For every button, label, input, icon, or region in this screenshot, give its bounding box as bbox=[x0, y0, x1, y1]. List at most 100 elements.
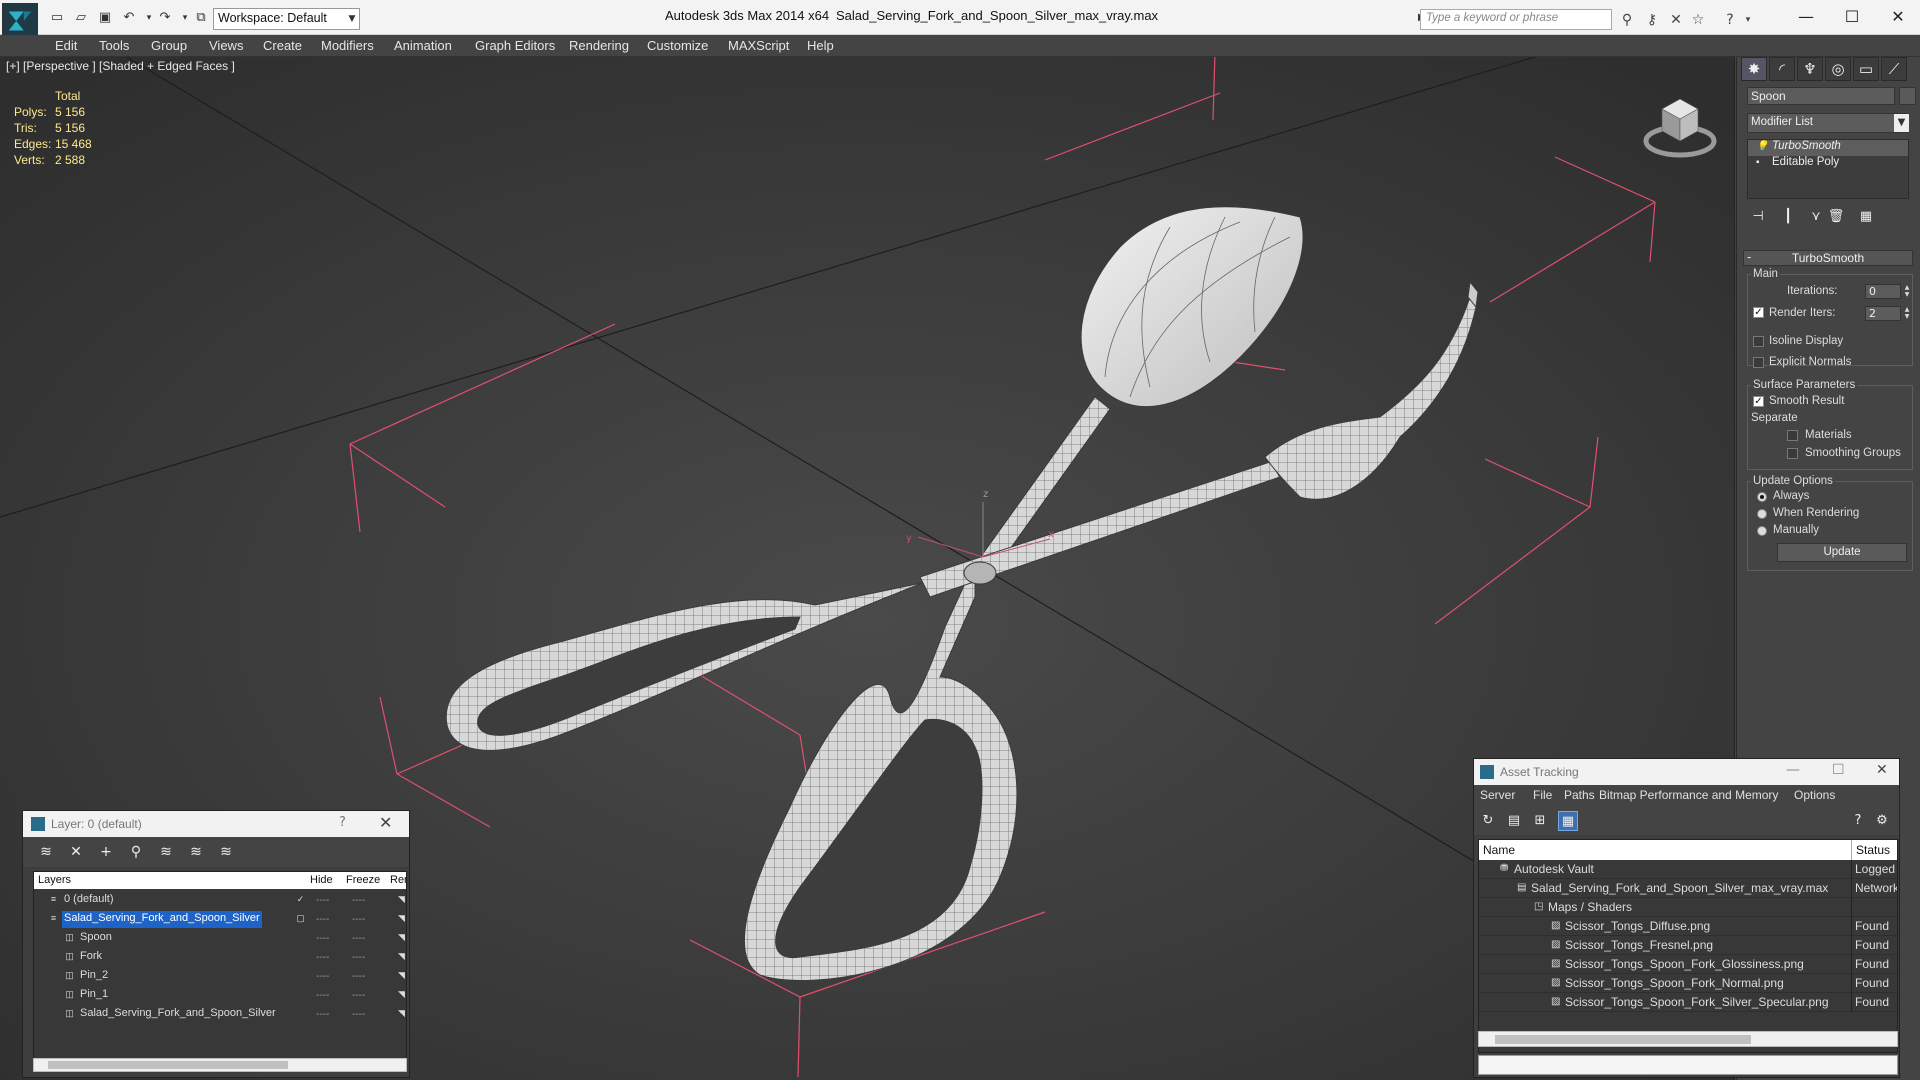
asset-row[interactable]: ▤ Salad_Serving_Fork_and_Spoon_Silver_max… bbox=[1479, 879, 1897, 898]
expand-plus-icon[interactable]: ▪ bbox=[1756, 158, 1766, 168]
minimize-button[interactable]: — bbox=[1786, 762, 1800, 778]
layer-name[interactable]: 0 (default) bbox=[62, 892, 116, 909]
asset-row[interactable]: ▨ Scissor_Tongs_Spoon_Fork_Normal.png Foun… bbox=[1479, 974, 1897, 993]
close-button[interactable]: ✕ bbox=[1878, 5, 1918, 29]
hide-toggle[interactable]: ---- bbox=[316, 933, 329, 944]
project-folder-icon[interactable]: ⧉ bbox=[192, 9, 210, 27]
smooth-result-checkbox[interactable]: ✓ bbox=[1753, 396, 1764, 407]
open-file-icon[interactable]: ▱ bbox=[72, 9, 90, 27]
create-layer-icon[interactable]: ≋ bbox=[37, 843, 55, 861]
hide-toggle[interactable]: ---- bbox=[316, 952, 329, 963]
maximize-button[interactable]: ☐ bbox=[1832, 762, 1845, 778]
column-hide[interactable]: Hide bbox=[310, 874, 333, 886]
create-tab-icon[interactable]: ✸ bbox=[1741, 57, 1767, 81]
menu-group[interactable]: Group bbox=[151, 38, 187, 53]
light-bulb-icon[interactable]: 💡 bbox=[1756, 142, 1768, 152]
asset-tracking-titlebar[interactable]: Asset Tracking — ☐ ✕ bbox=[1474, 759, 1899, 785]
app-logo-button[interactable] bbox=[2, 3, 38, 39]
stack-item-turbosmooth[interactable]: 💡 TurboSmooth bbox=[1748, 140, 1908, 156]
add-to-layer-icon[interactable]: + bbox=[97, 843, 115, 861]
list-view-icon[interactable]: ▤ bbox=[1504, 811, 1524, 831]
remove-modifier-icon[interactable]: 🗑 bbox=[1827, 208, 1845, 226]
menu-bitmap-performance[interactable]: Bitmap Performance and Memory bbox=[1599, 788, 1778, 802]
layer-row[interactable]: ◫ Salad_Serving_Fork_and_Spoon_Silver ----… bbox=[34, 1005, 406, 1024]
column-freeze[interactable]: Freeze bbox=[346, 874, 380, 886]
viewport-label[interactable]: [+] [Perspective ] [Shaded + Edged Faces… bbox=[6, 59, 235, 73]
select-objects-icon[interactable]: ⚲ bbox=[127, 843, 145, 861]
menu-animation[interactable]: Animation bbox=[394, 38, 452, 53]
asset-row[interactable]: ▨ Scissor_Tongs_Spoon_Fork_Silver_Specula… bbox=[1479, 993, 1897, 1012]
hide-toggle[interactable]: ---- bbox=[316, 1009, 329, 1020]
column-status[interactable]: Status bbox=[1856, 843, 1890, 857]
scrollbar-thumb[interactable] bbox=[1495, 1035, 1751, 1044]
explicit-normals-checkbox[interactable] bbox=[1753, 357, 1764, 368]
menu-graph-editors[interactable]: Graph Editors bbox=[475, 38, 555, 53]
column-name[interactable]: Name bbox=[1483, 843, 1515, 857]
workspace-select[interactable]: Workspace: Default bbox=[213, 8, 360, 30]
subscription-icon[interactable]: ⚷ bbox=[1642, 10, 1662, 30]
help-button[interactable]: ? bbox=[339, 815, 346, 830]
save-file-icon[interactable]: ▣ bbox=[96, 9, 114, 27]
asset-row[interactable]: ▨ Scissor_Tongs_Spoon_Fork_Glossiness.png… bbox=[1479, 955, 1897, 974]
highlight-layer-icon[interactable]: ≋ bbox=[157, 843, 175, 861]
render-iters-spinner[interactable]: 2 bbox=[1865, 306, 1901, 321]
object-color-swatch[interactable] bbox=[1899, 87, 1916, 105]
freeze-toggle[interactable]: ---- bbox=[352, 1009, 365, 1020]
menu-modifiers[interactable]: Modifiers bbox=[321, 38, 374, 53]
tree-view-icon[interactable]: ⊞ bbox=[1530, 811, 1550, 831]
layer-name[interactable]: Salad_Serving_Fork_and_Spoon_Silver bbox=[78, 1006, 278, 1023]
hide-toggle[interactable]: ---- bbox=[316, 895, 329, 906]
scrollbar-thumb[interactable] bbox=[48, 1061, 288, 1069]
new-file-icon[interactable]: ▭ bbox=[48, 9, 66, 27]
make-unique-icon[interactable]: ⋎ bbox=[1807, 208, 1825, 226]
help-icon[interactable]: ? bbox=[1848, 811, 1868, 831]
column-layers[interactable]: Layers bbox=[38, 874, 71, 886]
layer-name[interactable]: Pin_1 bbox=[78, 987, 110, 1004]
update-button[interactable]: Update bbox=[1777, 543, 1907, 562]
menu-customize[interactable]: Customize bbox=[647, 38, 708, 53]
layer-row[interactable]: ≡ 0 (default) ✓ ---- ---- ◥ bbox=[34, 891, 406, 910]
hierarchy-tab-icon[interactable]: ♆ bbox=[1797, 57, 1823, 81]
layer-row[interactable]: ≡ Salad_Serving_Fork_and_Spoon_Silver ▢ ---… bbox=[34, 910, 406, 929]
freeze-toggle[interactable]: ---- bbox=[352, 914, 365, 925]
menu-server[interactable]: Server bbox=[1480, 788, 1515, 802]
spinner-arrows-icon[interactable]: ▲ ▼ bbox=[1903, 306, 1911, 321]
set-current-icon[interactable]: ▢ bbox=[295, 913, 306, 924]
settings-icon[interactable]: ⚙ bbox=[1872, 811, 1892, 831]
isoline-display-checkbox[interactable] bbox=[1753, 336, 1764, 347]
freeze-all-icon[interactable]: ≋ bbox=[217, 843, 235, 861]
menu-maxscript[interactable]: MAXScript bbox=[728, 38, 789, 53]
menu-help[interactable]: Help bbox=[807, 38, 834, 53]
menu-tools[interactable]: Tools bbox=[99, 38, 129, 53]
layer-row[interactable]: ◫ Spoon ---- ---- ◥ bbox=[34, 929, 406, 948]
layer-row[interactable]: ◫ Fork ---- ---- ◥ bbox=[34, 948, 406, 967]
show-end-result-icon[interactable]: ┃ bbox=[1779, 208, 1797, 226]
object-name-field[interactable]: Spoon bbox=[1747, 87, 1895, 105]
asset-row[interactable]: ▨ Scissor_Tongs_Diffuse.png Found bbox=[1479, 917, 1897, 936]
configure-sets-icon[interactable]: ▦ bbox=[1857, 208, 1875, 226]
close-button[interactable]: ✕ bbox=[1876, 762, 1888, 778]
materials-checkbox[interactable] bbox=[1787, 430, 1798, 441]
viewcube[interactable] bbox=[1640, 83, 1720, 163]
help-dropdown-icon[interactable]: ▾ bbox=[1738, 10, 1758, 30]
horizontal-scrollbar[interactable] bbox=[33, 1058, 407, 1072]
redo-icon[interactable]: ↷ bbox=[156, 9, 174, 27]
layer-row[interactable]: ◫ Pin_1 ---- ---- ◥ bbox=[34, 986, 406, 1005]
delete-layer-icon[interactable]: ✕ bbox=[67, 843, 85, 861]
asset-row[interactable]: ◳ Maps / Shaders bbox=[1479, 898, 1897, 917]
asset-row[interactable]: ⛃ Autodesk Vault Logged C bbox=[1479, 860, 1897, 879]
render-toggle-icon[interactable]: ◥ bbox=[396, 913, 406, 924]
help-icon[interactable]: ? bbox=[1720, 10, 1740, 30]
workspace-dropdown-icon[interactable]: ▼ bbox=[344, 8, 360, 30]
hide-all-icon[interactable]: ≋ bbox=[187, 843, 205, 861]
communication-icon[interactable]: ✕ bbox=[1666, 10, 1686, 30]
modifier-list-dropdown[interactable]: Modifier List bbox=[1747, 113, 1909, 133]
layer-name[interactable]: Pin_2 bbox=[78, 968, 110, 985]
turbosmooth-rollout-header[interactable]: TurboSmooth bbox=[1743, 250, 1913, 266]
maximize-button[interactable]: ☐ bbox=[1832, 5, 1872, 29]
hide-toggle[interactable]: ---- bbox=[316, 914, 329, 925]
menu-file[interactable]: File bbox=[1533, 788, 1552, 802]
layer-name[interactable]: Spoon bbox=[78, 930, 114, 947]
render-toggle-icon[interactable]: ◥ bbox=[396, 932, 406, 943]
render-iters-checkbox[interactable]: ✓ bbox=[1753, 307, 1764, 318]
